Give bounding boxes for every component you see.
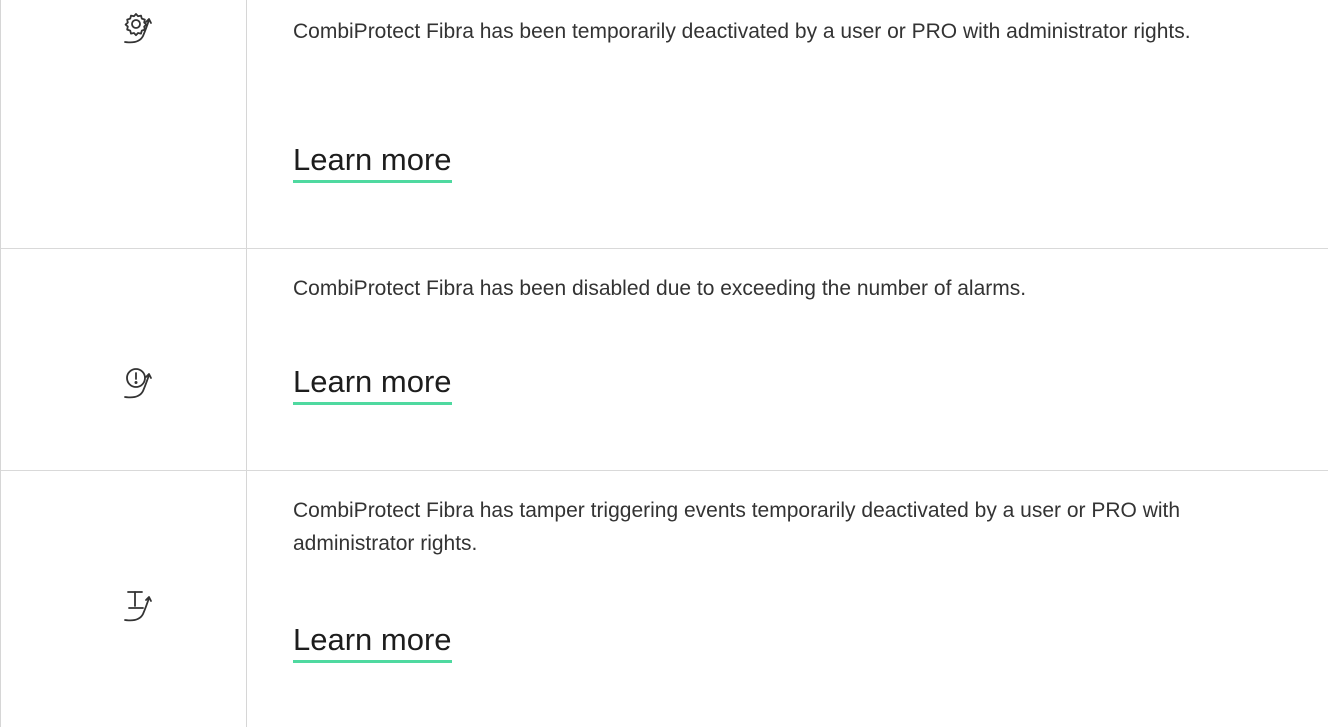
learn-more-link[interactable]: Learn more xyxy=(293,140,452,183)
row-description: CombiProtect Fibra has been disabled due… xyxy=(293,277,1027,300)
table-row: CombiProtect Fibra has tamper triggering… xyxy=(1,471,1328,727)
status-table: CombiProtect Fibra has been temporarily … xyxy=(0,0,1328,727)
tamper-deactivated-icon xyxy=(121,588,163,624)
table-row: CombiProtect Fibra has been temporarily … xyxy=(1,0,1328,249)
row-description: CombiProtect Fibra has been temporarily … xyxy=(293,20,1191,43)
table-row: CombiProtect Fibra has been disabled due… xyxy=(1,249,1328,471)
learn-more-link[interactable]: Learn more xyxy=(293,620,452,663)
exclamation-disabled-icon xyxy=(121,365,163,401)
gear-deactivated-icon xyxy=(121,10,163,46)
row-description: CombiProtect Fibra has tamper triggering… xyxy=(293,499,1181,555)
learn-more-link[interactable]: Learn more xyxy=(293,362,452,405)
